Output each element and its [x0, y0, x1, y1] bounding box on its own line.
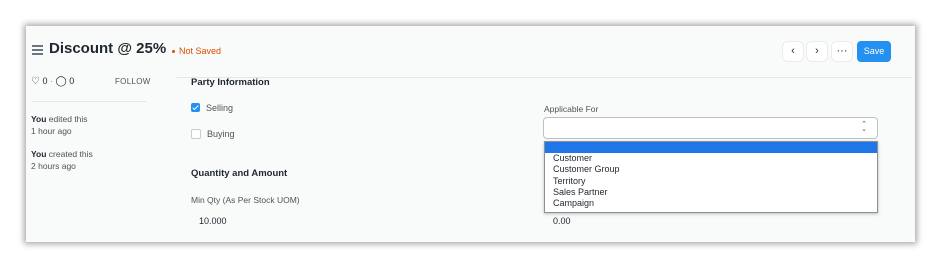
status-indicator: Not Saved [172, 46, 221, 56]
applicable-for-label: Applicable For [544, 104, 599, 114]
comments-count: 0 [69, 76, 75, 86]
more-actions-button[interactable]: ··· [832, 42, 852, 61]
dropdown-option-empty[interactable] [545, 142, 877, 153]
status-dot-icon [172, 50, 175, 54]
sidebar-divider [31, 101, 146, 102]
header-divider [176, 77, 912, 78]
menu-icon[interactable] [32, 45, 43, 57]
timeline-actor: You [31, 149, 47, 159]
page-title: Discount @ 25% [49, 40, 167, 57]
more-icon: ··· [836, 45, 848, 57]
likes-count: 0 [42, 76, 48, 86]
heart-icon[interactable]: ♡ [31, 76, 40, 87]
timeline-action: edited this [46, 114, 88, 124]
dropdown-option-territory[interactable]: Territory [545, 176, 877, 187]
dropdown-option-customer[interactable]: Customer [545, 153, 877, 164]
buying-checkbox[interactable] [191, 128, 201, 139]
status-text: Not Saved [179, 46, 222, 56]
applicable-for-select[interactable]: ⌃ ⌄ [544, 118, 877, 138]
follow-button[interactable]: FOLLOW [115, 77, 151, 86]
previous-record-button[interactable]: ‹ [783, 42, 803, 61]
min-qty-label: Min Qty (As Per Stock UOM) [191, 195, 300, 205]
selling-checkbox-row[interactable]: Selling [191, 103, 233, 113]
quantity-and-amount-heading: Quantity and Amount [191, 168, 288, 179]
next-record-button[interactable]: › [807, 42, 827, 61]
save-button[interactable]: Save [857, 41, 891, 62]
party-information-heading: Party Information [191, 77, 270, 88]
dropdown-option-campaign[interactable]: Campaign [545, 198, 877, 209]
applicable-for-dropdown: Customer Customer Group Territory Sales … [544, 141, 878, 213]
comment-icon[interactable]: ◯ [56, 76, 67, 87]
min-qty-input[interactable]: 10.000 [199, 216, 227, 226]
buying-label: Buying [207, 129, 235, 139]
sidebar-stats: ♡ 0 · ◯ 0 [31, 76, 75, 87]
timeline-time: 2 hours ago [31, 161, 76, 171]
chevron-right-icon: › [815, 45, 819, 57]
amount-input[interactable]: 0.00 [553, 216, 571, 226]
dropdown-option-sales-partner[interactable]: Sales Partner [545, 187, 877, 198]
select-arrows-icon: ⌃ ⌄ [861, 121, 867, 133]
chevron-left-icon: ‹ [791, 45, 795, 57]
timeline-item: You edited this 1 hour ago [31, 113, 88, 137]
dropdown-option-customer-group[interactable]: Customer Group [545, 164, 877, 175]
timeline-actor: You [31, 114, 47, 124]
selling-label: Selling [206, 103, 234, 113]
buying-checkbox-row[interactable]: Buying [191, 128, 235, 140]
timeline-time: 1 hour ago [31, 126, 72, 136]
selling-checkbox[interactable] [191, 103, 200, 113]
form-window: Discount @ 25% Not Saved ‹ › ··· Save ♡ … [26, 26, 915, 242]
timeline-action: created this [46, 149, 93, 159]
timeline-item: You created this 2 hours ago [31, 148, 93, 172]
